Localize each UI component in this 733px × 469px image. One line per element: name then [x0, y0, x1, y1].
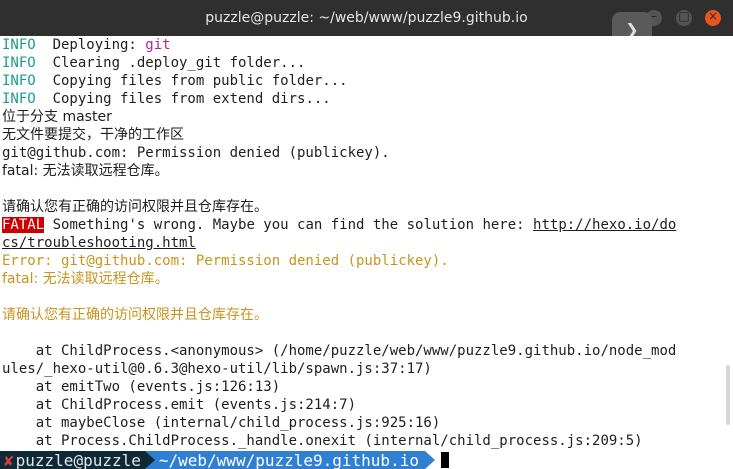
close-button[interactable]: ×	[705, 9, 721, 26]
scrollbar[interactable]	[726, 365, 730, 425]
line-text: Copying files from extend dirs...	[35, 91, 331, 107]
line-text: at ChildProcess.emit (events.js:214:7)	[2, 397, 357, 413]
log-level-tag: INFO	[2, 55, 36, 71]
log-level-tag: INFO	[2, 91, 36, 107]
prompt-user-host: puzzle@puzzle	[15, 451, 145, 469]
terminal-line: INFO Copying files from public folder...	[0, 72, 733, 90]
log-level-tag: INFO	[2, 73, 36, 89]
close-icon: ×	[707, 9, 719, 23]
terminal-line: at maybeClose (internal/child_process.js…	[0, 414, 733, 432]
text-cursor[interactable]	[440, 452, 449, 468]
terminal-line: cs/troubleshooting.html	[0, 234, 733, 252]
terminal-line: ules/_hexo-util@0.6.3@hexo-util/lib/spaw…	[0, 360, 733, 378]
line-text: Deploying:	[35, 37, 146, 53]
prompt-separator-icon	[424, 451, 435, 469]
line-text: 无文件要提交，干净的工作区	[2, 127, 184, 143]
help-link[interactable]: http://hexo.io/do	[533, 217, 676, 233]
line-text: Clearing .deploy_git folder...	[35, 55, 306, 71]
error-status-icon: ✘	[0, 451, 16, 469]
terminal-line: fatal: 无法读取远程仓库。	[0, 162, 733, 180]
line-text: git@github.com: Permission denied (publi…	[2, 145, 390, 161]
maximize-icon: □	[678, 9, 690, 23]
line-text: ules/_hexo-util@0.6.3@hexo-util/lib/spaw…	[2, 361, 432, 377]
help-link[interactable]: cs/troubleshooting.html	[2, 235, 196, 251]
terminal-line: Error: git@github.com: Permission denied…	[0, 252, 733, 270]
line-text: 位于分支 master	[2, 109, 112, 125]
prompt-cwd: ~/web/www/puzzle9.github.io	[154, 451, 425, 469]
terminal-line: 请确认您有正确的访问权限并且仓库存在。	[0, 198, 733, 216]
line-text: fatal: 无法读取远程仓库。	[2, 271, 169, 287]
line-text: Error: git@github.com: Permission denied…	[2, 253, 449, 269]
fatal-tag: FATAL	[2, 217, 45, 233]
terminal-line: git@github.com: Permission denied (publi…	[0, 144, 733, 162]
line-text: 请确认您有正确的访问权限并且仓库存在。	[2, 307, 268, 323]
shell-prompt: ✘ puzzle@puzzle ~/web/www/puzzle9.github…	[0, 451, 733, 469]
terminal-window: puzzle@puzzle: ~/web/www/puzzle9.github.…	[0, 0, 733, 469]
terminal-line: at Process.ChildProcess._handle.onexit (…	[0, 432, 733, 450]
line-text: at Process.ChildProcess._handle.onexit (…	[2, 433, 643, 449]
line-text: Something's wrong. Maybe you can find th…	[44, 217, 534, 233]
line-text: Copying files from public folder...	[35, 73, 348, 89]
terminal-line: INFO Deploying: git	[0, 36, 733, 54]
terminal-line: INFO Copying files from extend dirs...	[0, 90, 733, 108]
maximize-button[interactable]: □	[676, 9, 692, 26]
terminal-line: 请确认您有正确的访问权限并且仓库存在。	[0, 306, 733, 324]
terminal-line: 位于分支 master	[0, 108, 733, 126]
line-text: at ChildProcess.<anonymous> (/home/puzzl…	[2, 343, 677, 359]
line-text: 请确认您有正确的访问权限并且仓库存在。	[2, 199, 268, 215]
terminal-line: at ChildProcess.emit (events.js:214:7)	[0, 396, 733, 414]
line-text: fatal: 无法读取远程仓库。	[2, 163, 169, 179]
log-level-tag: INFO	[2, 37, 36, 53]
terminal-line: at emitTwo (events.js:126:13)	[0, 378, 733, 396]
terminal-output[interactable]: INFO Deploying: git INFO Clearing .deploy…	[0, 36, 733, 469]
terminal-line: INFO Clearing .deploy_git folder...	[0, 54, 733, 72]
line-text: at maybeClose (internal/child_process.js…	[2, 415, 441, 431]
line-text: at emitTwo (events.js:126:13)	[2, 379, 281, 395]
terminal-line: FATAL Something's wrong. Maybe you can f…	[0, 216, 733, 234]
terminal-line: 无文件要提交，干净的工作区	[0, 126, 733, 144]
terminal-line: fatal: 无法读取远程仓库。	[0, 270, 733, 288]
prompt-separator-icon	[144, 451, 155, 469]
terminal-line: at ChildProcess.<anonymous> (/home/puzzl…	[0, 342, 733, 360]
deploy-target: git	[145, 37, 171, 53]
